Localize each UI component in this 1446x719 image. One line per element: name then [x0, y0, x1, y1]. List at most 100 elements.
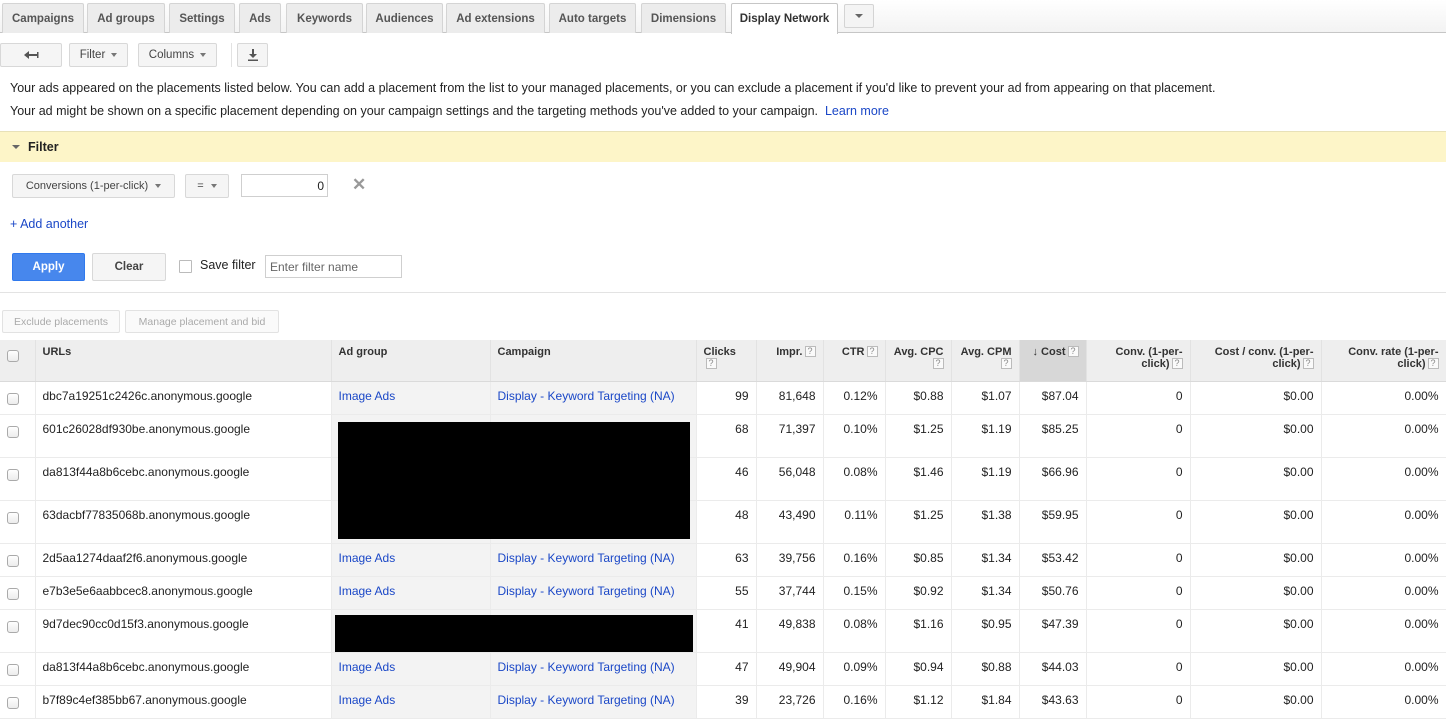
- cost-cell: $85.25: [1019, 414, 1087, 458]
- help-icon[interactable]: ?: [1302, 358, 1314, 369]
- sort-descending-icon: ↓: [1032, 346, 1038, 358]
- column-header-ctr[interactable]: CTR?: [823, 340, 886, 382]
- campaign-link[interactable]: Display - Keyword Targeting (NA): [498, 389, 675, 403]
- column-header-conv-rate[interactable]: Conv. rate (1-per-click)?: [1321, 340, 1446, 382]
- tab-display-network[interactable]: Display Network: [731, 3, 838, 34]
- column-header-impr[interactable]: Impr.?: [756, 340, 824, 382]
- tab-campaigns[interactable]: Campaigns: [2, 3, 84, 33]
- help-icon[interactable]: ?: [1067, 346, 1079, 357]
- clear-button[interactable]: Clear: [92, 253, 166, 281]
- campaign-link[interactable]: Display - Keyword Targeting (NA): [498, 584, 675, 598]
- cost-per-conv-cell: $0.00: [1190, 609, 1322, 653]
- row-select-cell: [0, 543, 36, 577]
- row-select-cell: [0, 457, 36, 501]
- cost-per-conv-cell: $0.00: [1190, 543, 1322, 577]
- tab-keywords[interactable]: Keywords: [286, 3, 363, 33]
- conv-cell: 0: [1086, 685, 1191, 719]
- divider: [0, 292, 1446, 293]
- row-checkbox[interactable]: [7, 392, 19, 405]
- row-checkbox[interactable]: [7, 620, 19, 633]
- ad-group-link[interactable]: Image Ads: [339, 389, 396, 403]
- filter-menu-button[interactable]: Filter: [69, 43, 128, 67]
- help-icon[interactable]: ?: [866, 346, 878, 357]
- learn-more-link[interactable]: Learn more: [825, 104, 889, 118]
- table-row: dbc7a19251c2426c.anonymous.google Image …: [0, 381, 1446, 415]
- column-header-label: Ad group: [338, 346, 388, 358]
- more-tabs-button[interactable]: [844, 4, 874, 28]
- columns-menu-button[interactable]: Columns: [138, 43, 217, 67]
- filter-value-input[interactable]: [241, 174, 328, 197]
- campaign-link[interactable]: Display - Keyword Targeting (NA): [498, 551, 675, 565]
- toolbar-divider: [231, 43, 232, 67]
- clicks-cell: 48: [696, 500, 757, 544]
- cost-cell: $44.03: [1019, 652, 1087, 686]
- avg-cpm-cell: $1.84: [951, 685, 1020, 719]
- ad-group-link[interactable]: Image Ads: [339, 551, 396, 565]
- tab-ad-extensions[interactable]: Ad extensions: [446, 3, 545, 33]
- manage-placement-bid-button[interactable]: Manage placement and bid: [125, 310, 279, 333]
- avg-cpm-cell: $1.19: [951, 414, 1020, 458]
- help-icon[interactable]: ?: [932, 358, 944, 369]
- cost-per-conv-cell: $0.00: [1190, 652, 1322, 686]
- row-checkbox[interactable]: [7, 587, 19, 600]
- column-header-avg-cpm[interactable]: Avg. CPM?: [951, 340, 1020, 382]
- tab-audiences[interactable]: Audiences: [366, 3, 443, 33]
- tab-dimensions[interactable]: Dimensions: [641, 3, 726, 33]
- ad-group-link[interactable]: Image Ads: [339, 660, 396, 674]
- column-header-label: Clicks: [703, 346, 736, 358]
- column-header-ad-group[interactable]: Ad group: [331, 340, 491, 382]
- table-row: 601c26028df930be.anonymous.google 68 71,…: [0, 414, 1446, 458]
- campaign-cell: Display - Keyword Targeting (NA): [490, 576, 697, 610]
- column-header-cost[interactable]: ↓ Cost?: [1019, 340, 1087, 382]
- column-header-cost-per-conv[interactable]: Cost / conv. (1-per-click)?: [1190, 340, 1322, 382]
- row-checkbox[interactable]: [7, 696, 19, 709]
- back-button[interactable]: [0, 43, 62, 67]
- column-header-urls[interactable]: URLs: [35, 340, 332, 382]
- row-checkbox[interactable]: [7, 468, 19, 481]
- intro-text-line1: Your ads appeared on the placements list…: [10, 81, 1216, 95]
- ad-group-link[interactable]: Image Ads: [339, 584, 396, 598]
- intro-text-line2-body: Your ad might be shown on a specific pla…: [10, 104, 819, 118]
- row-checkbox[interactable]: [7, 511, 19, 524]
- save-filter-checkbox[interactable]: [179, 260, 192, 273]
- column-header-campaign[interactable]: Campaign: [490, 340, 697, 382]
- column-header-clicks[interactable]: Clicks?: [696, 340, 757, 382]
- row-checkbox[interactable]: [7, 554, 19, 567]
- conv-rate-cell: 0.00%: [1321, 381, 1446, 415]
- column-header-label: URLs: [42, 346, 72, 358]
- tab-ads[interactable]: Ads: [239, 3, 281, 33]
- caret-down-icon: [210, 184, 217, 188]
- filter-name-input[interactable]: [265, 255, 402, 278]
- help-icon[interactable]: ?: [1000, 358, 1012, 369]
- impr-cell: 81,648: [756, 381, 824, 415]
- download-button[interactable]: [237, 43, 268, 67]
- help-icon[interactable]: ?: [804, 346, 816, 357]
- apply-button[interactable]: Apply: [12, 253, 85, 281]
- row-checkbox[interactable]: [7, 663, 19, 676]
- campaign-link[interactable]: Display - Keyword Targeting (NA): [498, 660, 675, 674]
- ctr-cell: 0.08%: [823, 457, 886, 501]
- avg-cpc-cell: $0.88: [885, 381, 952, 415]
- ad-group-link[interactable]: Image Ads: [339, 693, 396, 707]
- campaign-cell: Display - Keyword Targeting (NA): [490, 543, 697, 577]
- help-icon[interactable]: ?: [705, 358, 717, 369]
- exclude-placements-button[interactable]: Exclude placements: [2, 310, 120, 333]
- help-icon[interactable]: ?: [1171, 358, 1183, 369]
- row-checkbox[interactable]: [7, 425, 19, 438]
- tab-ad-groups[interactable]: Ad groups: [87, 3, 165, 33]
- filter-panel-header[interactable]: Filter: [0, 131, 1446, 162]
- conv-cell: 0: [1086, 543, 1191, 577]
- column-header-avg-cpc[interactable]: Avg. CPC?: [885, 340, 952, 382]
- remove-filter-icon[interactable]: ✕: [352, 175, 366, 195]
- tab-auto-targets[interactable]: Auto targets: [549, 3, 636, 33]
- select-all-checkbox[interactable]: [7, 350, 19, 362]
- tab-settings[interactable]: Settings: [169, 3, 235, 33]
- add-another-filter-link[interactable]: + Add another: [10, 217, 88, 231]
- campaign-link[interactable]: Display - Keyword Targeting (NA): [498, 693, 675, 707]
- filter-metric-select[interactable]: Conversions (1-per-click): [12, 174, 175, 198]
- table-header-row: URLs Ad group Campaign Clicks? Impr.? CT…: [0, 340, 1446, 382]
- column-header-conv[interactable]: Conv. (1-per-click)?: [1086, 340, 1191, 382]
- filter-operator-select[interactable]: =: [185, 174, 229, 198]
- help-icon[interactable]: ?: [1427, 358, 1439, 369]
- table-row: da813f44a8b6cebc.anonymous.google Image …: [0, 652, 1446, 686]
